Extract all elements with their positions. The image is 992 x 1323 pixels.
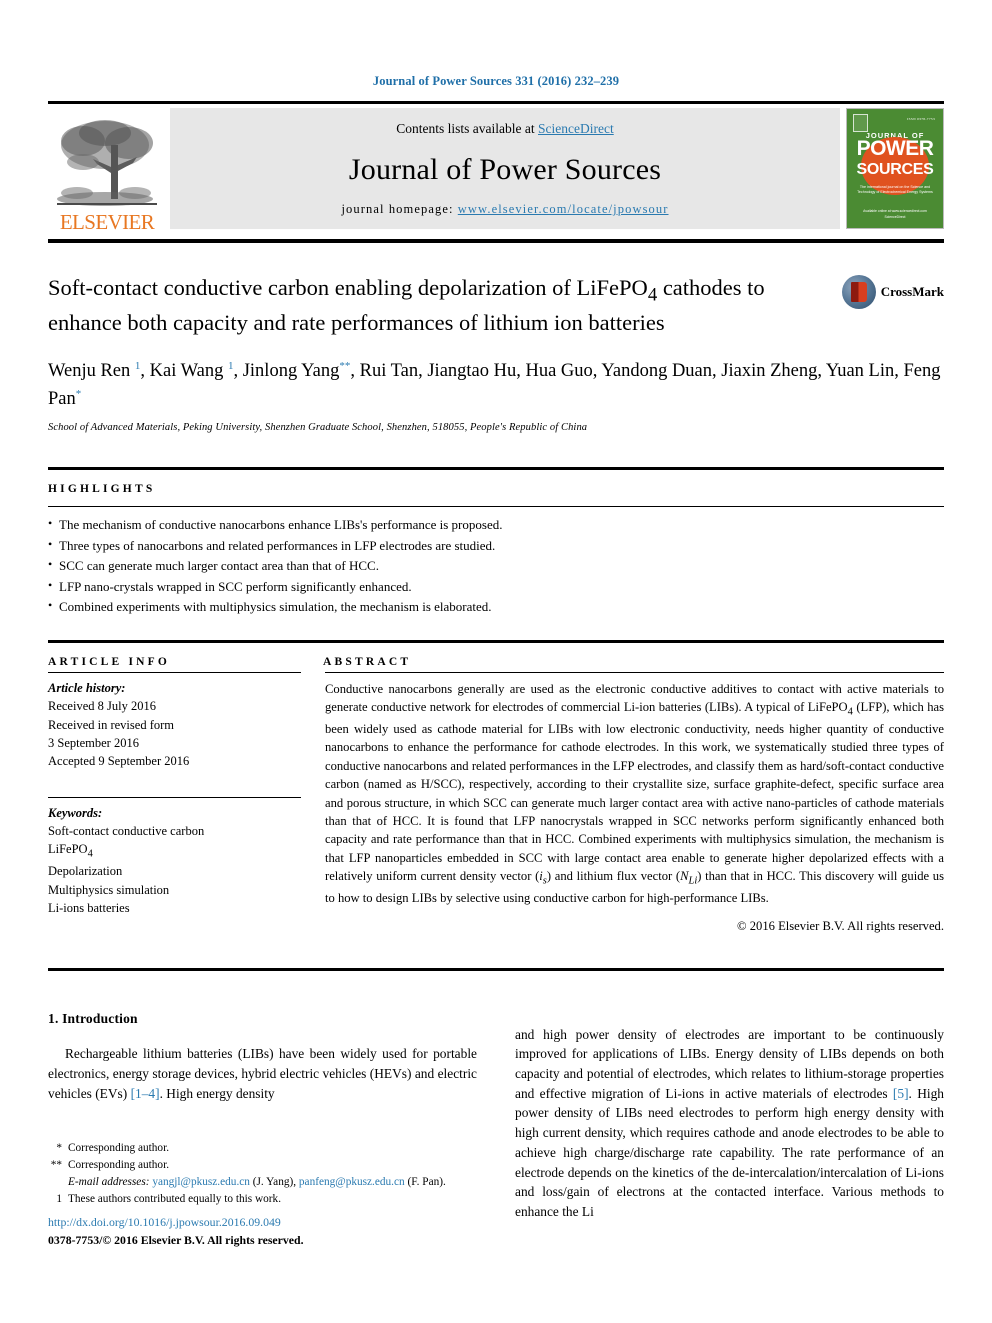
footnote-row: E-mail addresses: yangjl@pkusz.edu.cn (J… bbox=[48, 1174, 468, 1191]
doi-link[interactable]: http://dx.doi.org/10.1016/j.jpowsour.201… bbox=[48, 1213, 478, 1231]
masthead-bottom-rule bbox=[48, 239, 944, 243]
paper-page: Journal of Power Sources 331 (2016) 232–… bbox=[0, 0, 992, 1323]
keywords-rule bbox=[48, 796, 301, 798]
keyword-item: Multiphysics simulation bbox=[48, 882, 170, 897]
body-column-right: and high power density of electrodes are… bbox=[515, 1011, 944, 1235]
abstract-column: Conductive nanocarbons generally are use… bbox=[323, 671, 945, 934]
journal-masthead: ELSEVIER Contents lists available at Sci… bbox=[48, 101, 944, 235]
list-item: LFP nano-crystals wrapped in SCC perform… bbox=[48, 576, 944, 598]
section-heading-introduction: 1. Introduction bbox=[48, 1011, 138, 1027]
body-paragraph: Rechargeable lithium batteries (LIBs) ha… bbox=[48, 1046, 477, 1101]
footnote-row: ** Corresponding author. bbox=[48, 1157, 468, 1174]
footnotes-block: * Corresponding author. ** Corresponding… bbox=[48, 1140, 468, 1208]
article-history-rule bbox=[48, 671, 301, 673]
journal-homepage-link[interactable]: www.elsevier.com/locate/jpowsour bbox=[458, 202, 669, 216]
crossmark-label: CrossMark bbox=[880, 284, 944, 299]
article-info-heading: ARTICLE INFO bbox=[48, 655, 171, 668]
doi-block: http://dx.doi.org/10.1016/j.jpowsour.201… bbox=[48, 1213, 478, 1250]
abstract-copyright: © 2016 Elsevier B.V. All rights reserved… bbox=[737, 919, 944, 934]
author-list: Wenju Ren 1, Kai Wang 1, Jinlong Yang**,… bbox=[48, 360, 941, 410]
issn-copyright-line: 0378-7753/© 2016 Elsevier B.V. All right… bbox=[48, 1233, 304, 1248]
footnote-mark: ** bbox=[50, 1158, 62, 1171]
keywords-label: Keywords: bbox=[48, 805, 103, 820]
cover-footer: Available online at www.sciencedirect.co… bbox=[863, 209, 927, 219]
footnote-text: Corresponding author. bbox=[68, 1158, 170, 1171]
list-item: SCC can generate much larger contact are… bbox=[48, 555, 944, 577]
footnote-mark: * bbox=[56, 1142, 62, 1154]
journal-cover-thumbnail: ISSN 0378-7753 JOURNAL OF POWER SOURCES … bbox=[846, 108, 944, 229]
keyword-item: Soft-contact conductive carbon bbox=[48, 824, 205, 839]
highlights-list: The mechanism of conductive nanocarbons … bbox=[48, 514, 944, 618]
keywords-block: Keywords: Soft-contact conductive carbon… bbox=[48, 804, 301, 918]
homepage-prefix: journal homepage: bbox=[341, 202, 458, 216]
footnote-text: Corresponding author. bbox=[68, 1142, 170, 1154]
article-info-column: Article history: Received 8 July 2016 Re… bbox=[48, 671, 323, 918]
abstract-text: Conductive nanocarbons generally are use… bbox=[325, 681, 945, 905]
sciencedirect-link[interactable]: ScienceDirect bbox=[538, 121, 614, 136]
highlights-section: HIGHLIGHTS The mechanism of conductive n… bbox=[0, 467, 992, 618]
elsevier-logo: ELSEVIER bbox=[48, 104, 166, 235]
info-abstract-headings: ARTICLE INFO ABSTRACT bbox=[48, 643, 944, 672]
journal-title: Journal of Power Sources bbox=[348, 152, 662, 186]
elsevier-tree-icon bbox=[53, 115, 161, 211]
highlights-heading: HIGHLIGHTS bbox=[48, 483, 156, 496]
page-title: Soft-contact conductive carbon enabling … bbox=[48, 275, 765, 336]
footnote-mark bbox=[48, 1174, 68, 1191]
footnote-row: * Corresponding author. bbox=[48, 1140, 468, 1157]
running-head: Journal of Power Sources 331 (2016) 232–… bbox=[372, 74, 620, 88]
cover-elsevier-mark-icon bbox=[853, 114, 868, 132]
cover-power-label: POWER bbox=[856, 137, 934, 160]
title-block: Soft-contact conductive carbon enabling … bbox=[48, 273, 944, 338]
abstract-rule bbox=[325, 671, 944, 673]
article-history-item: 3 September 2016 bbox=[48, 735, 139, 750]
footnote-mark: 1 bbox=[56, 1192, 62, 1205]
keyword-item: LiFePO4 bbox=[48, 842, 93, 860]
contents-lists-line: Contents lists available at ScienceDirec… bbox=[396, 121, 613, 137]
info-abstract-section: ARTICLE INFO ABSTRACT Article history: R… bbox=[0, 639, 992, 934]
elsevier-wordmark: ELSEVIER bbox=[59, 210, 155, 234]
affiliation: School of Advanced Materials, Peking Uni… bbox=[48, 422, 588, 434]
list-item: The mechanism of conductive nanocarbons … bbox=[48, 514, 944, 536]
article-history-label: Article history: bbox=[48, 680, 126, 695]
crossmark-badge-group[interactable]: CrossMark bbox=[841, 275, 944, 309]
article-history-block: Article history: Received 8 July 2016 Re… bbox=[48, 679, 301, 771]
body-top-rule bbox=[48, 968, 944, 972]
journal-banner: Contents lists available at ScienceDirec… bbox=[170, 108, 840, 229]
cover-topline: ISSN 0378-7753 bbox=[907, 117, 935, 121]
info-abstract-columns: Article history: Received 8 July 2016 Re… bbox=[48, 671, 945, 934]
footnote-row: 1 These authors contributed equally to t… bbox=[48, 1191, 468, 1208]
article-history-item: Received in revised form bbox=[48, 717, 174, 732]
list-item: Three types of nanocarbons and related p… bbox=[48, 535, 944, 557]
footnote-text: These authors contributed equally to thi… bbox=[68, 1192, 282, 1205]
highlights-under-rule bbox=[48, 506, 944, 508]
article-history-item: Received 8 July 2016 bbox=[48, 699, 156, 714]
body-paragraph: and high power density of electrodes are… bbox=[515, 1026, 944, 1219]
article-history-item: Accepted 9 September 2016 bbox=[48, 754, 190, 769]
footnote-email-text[interactable]: E-mail addresses: yangjl@pkusz.edu.cn (J… bbox=[68, 1174, 468, 1191]
crossmark-icon bbox=[841, 275, 876, 309]
keyword-item: Depolarization bbox=[48, 864, 123, 879]
contents-lists-prefix: Contents lists available at bbox=[396, 121, 538, 136]
list-item: Combined experiments with multiphysics s… bbox=[48, 596, 944, 618]
cover-subtitle: The international journal on the Science… bbox=[857, 185, 933, 195]
keyword-item: Li-ions batteries bbox=[48, 901, 130, 916]
cover-sources-label: SOURCES bbox=[856, 161, 934, 178]
journal-homepage-line: journal homepage: www.elsevier.com/locat… bbox=[341, 202, 668, 217]
abstract-heading: ABSTRACT bbox=[323, 655, 412, 668]
